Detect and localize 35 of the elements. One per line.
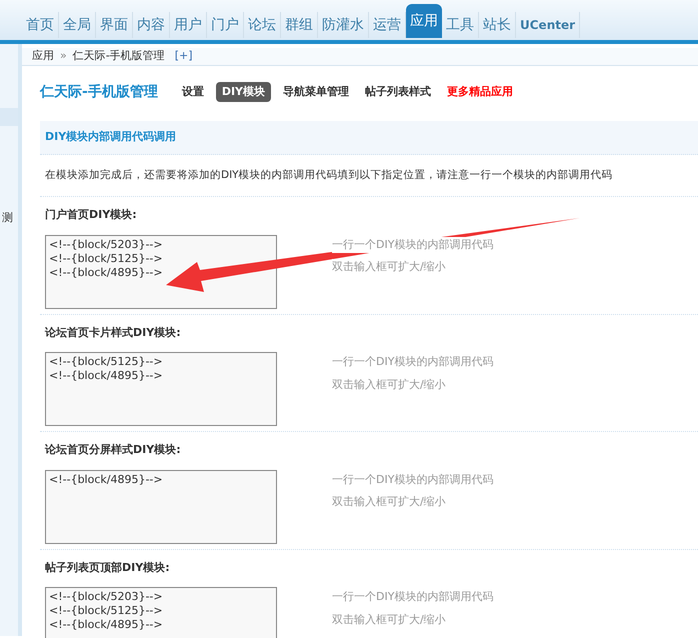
panel-title: DIY模块内部调用代码调用 [45,128,176,145]
breadcrumb-separator: » [60,48,67,64]
hint-text: 一行一个DIY模块的内部调用代码 [332,236,494,254]
plugin-tab[interactable]: 更多精品应用 [443,82,518,102]
breadcrumb-link[interactable]: 应用 [32,48,54,64]
add-shortcut-link[interactable]: [+] [174,48,193,64]
nav-tab[interactable]: 全局 [59,12,96,38]
nav-tab[interactable]: 首页 [22,12,59,38]
sidebar-item[interactable]: 测 [0,210,18,226]
plugin-tab[interactable]: DIY模块 [216,82,272,102]
nav-tab[interactable]: 内容 [133,12,170,38]
code-textarea[interactable]: <!--{block/5203}--> <!--{block/5125}--> <!--{block/4895}--> [45,234,277,309]
nav-tab[interactable]: 用户 [170,12,207,38]
nav-tab[interactable]: 论坛 [244,12,281,38]
section-label: 帖子列表页顶部DIY模块: [45,560,171,576]
plugin-tab[interactable]: 设置 [178,82,208,102]
nav-tab[interactable]: 工具 [442,12,479,38]
nav-tab[interactable]: 站长 [479,12,516,38]
section-label: 论坛首页分屏样式DIY模块: [45,442,182,458]
section-label: 门户首页DIY模块: [45,207,138,224]
nav-tab[interactable]: 界面 [96,12,133,38]
plugin-tab[interactable]: 帖子列表样式 [361,82,436,102]
nav-tab[interactable]: 防灌水 [318,12,369,38]
code-textarea[interactable]: <!--{block/5125}--> <!--{block/4895}--> [45,352,277,426]
panel-description: 在模块添加完成后，还需要将添加的DIY模块的内部调用代码填到以下指定位置，请注意一行一个模块的内部调用代码 [40,154,698,198]
code-textarea[interactable]: <!--{block/5203}--> <!--{block/5125}--> <!--{block/4895}--> [45,587,277,638]
nav-tab[interactable]: 门户 [207,12,244,38]
nav-tab[interactable]: UCenter [516,12,580,38]
nav-tab[interactable]: 应用 [406,4,442,38]
nav-tab[interactable]: 群组 [281,12,318,38]
breadcrumb-current: 仁天际-手机版管理 [72,48,165,64]
plugin-tab[interactable]: 导航菜单管理 [279,82,354,102]
code-textarea[interactable]: <!--{block/4895}--> [45,470,277,544]
section-label: 论坛首页卡片样式DIY模块: [45,324,182,341]
plugin-title: 仁天际-手机版管理 [40,82,158,102]
